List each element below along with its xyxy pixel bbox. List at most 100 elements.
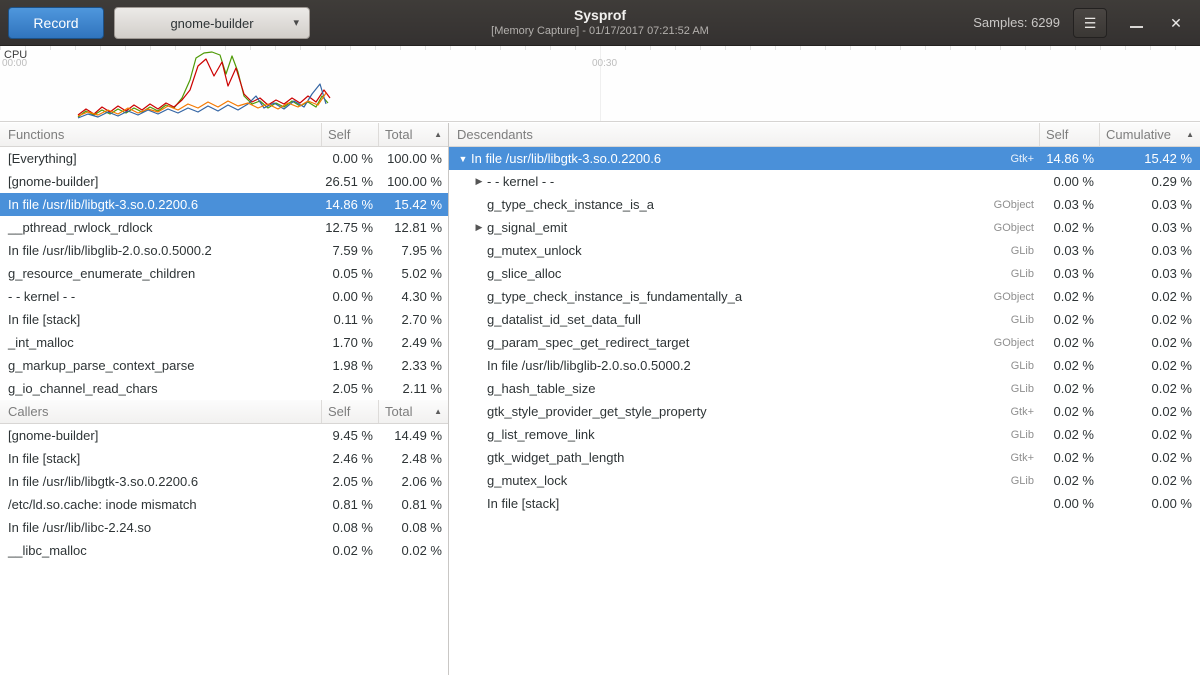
tree-row[interactable]: g_type_check_instance_is_a GObject 0.03 … bbox=[449, 193, 1200, 216]
cumulative-percent: 0.03 % bbox=[1100, 197, 1200, 212]
close-button[interactable]: ✕ bbox=[1160, 8, 1192, 38]
self-percent: 0.02 % bbox=[1040, 335, 1100, 350]
tree-row[interactable]: ▶ g_signal_emit GObject 0.02 % 0.03 % bbox=[449, 216, 1200, 239]
cumulative-percent: 15.42 % bbox=[1100, 151, 1200, 166]
minimize-button[interactable] bbox=[1122, 8, 1150, 38]
total-percent: 0.08 % bbox=[379, 520, 448, 535]
total-percent: 2.33 % bbox=[379, 358, 448, 373]
table-row[interactable]: - - kernel - - 0.00 % 4.30 % bbox=[0, 285, 448, 308]
total-percent: 4.30 % bbox=[379, 289, 448, 304]
tree-row[interactable]: g_datalist_id_set_data_full GLib 0.02 % … bbox=[449, 308, 1200, 331]
table-row[interactable]: In file [stack] 0.11 % 2.70 % bbox=[0, 308, 448, 331]
tree-row[interactable]: ▶ - - kernel - - 0.00 % 0.29 % bbox=[449, 170, 1200, 193]
column-header-functions-self[interactable]: Self bbox=[322, 123, 379, 146]
self-percent: 0.02 % bbox=[1040, 404, 1100, 419]
tree-row[interactable]: In file [stack] 0.00 % 0.00 % bbox=[449, 492, 1200, 515]
function-name: In file [stack] bbox=[0, 312, 322, 327]
self-percent: 0.00 % bbox=[1040, 496, 1100, 511]
column-header-callers-self[interactable]: Self bbox=[322, 400, 379, 423]
descendant-name: In file [stack] bbox=[487, 496, 559, 511]
table-row[interactable]: [Everything] 0.00 % 100.00 % bbox=[0, 147, 448, 170]
tree-row[interactable]: g_mutex_lock GLib 0.02 % 0.02 % bbox=[449, 469, 1200, 492]
descendants-table: ▼ In file /usr/lib/libgtk-3.so.0.2200.6 … bbox=[449, 147, 1200, 515]
self-percent: 0.11 % bbox=[322, 312, 379, 327]
tree-row[interactable]: ▼ In file /usr/lib/libgtk-3.so.0.2200.6 … bbox=[449, 147, 1200, 170]
sort-indicator-icon: ▲ bbox=[1180, 130, 1194, 139]
function-name: In file [stack] bbox=[0, 451, 322, 466]
table-row[interactable]: /etc/ld.so.cache: inode mismatch 0.81 % … bbox=[0, 493, 448, 516]
tree-row[interactable]: gtk_style_provider_get_style_property Gt… bbox=[449, 400, 1200, 423]
column-header-functions-total[interactable]: Total ▲ bbox=[379, 123, 448, 146]
cumulative-percent: 0.02 % bbox=[1100, 335, 1200, 350]
descendant-name: In file /usr/lib/libgtk-3.so.0.2200.6 bbox=[471, 151, 661, 166]
self-percent: 0.03 % bbox=[1040, 266, 1100, 281]
table-row[interactable]: __libc_malloc 0.02 % 0.02 % bbox=[0, 539, 448, 562]
function-name: _int_malloc bbox=[0, 335, 322, 350]
descendant-name: g_type_check_instance_is_a bbox=[487, 197, 654, 212]
table-row[interactable]: In file [stack] 2.46 % 2.48 % bbox=[0, 447, 448, 470]
table-row[interactable]: g_io_channel_read_chars 2.05 % 2.11 % bbox=[0, 377, 448, 400]
total-percent: 14.49 % bbox=[379, 428, 448, 443]
self-percent: 0.08 % bbox=[322, 520, 379, 535]
tree-row[interactable]: g_hash_table_size GLib 0.02 % 0.02 % bbox=[449, 377, 1200, 400]
library-label: GObject bbox=[976, 222, 1040, 234]
tree-row[interactable]: g_param_spec_get_redirect_target GObject… bbox=[449, 331, 1200, 354]
descendant-name: g_slice_alloc bbox=[487, 266, 561, 281]
tree-row[interactable]: gtk_widget_path_length Gtk+ 0.02 % 0.02 … bbox=[449, 446, 1200, 469]
process-selector-dropdown[interactable]: gnome-builder ▾ bbox=[114, 7, 310, 39]
self-percent: 26.51 % bbox=[322, 174, 379, 189]
table-row[interactable]: In file /usr/lib/libgtk-3.so.0.2200.6 2.… bbox=[0, 470, 448, 493]
table-row[interactable]: In file /usr/lib/libc-2.24.so 0.08 % 0.0… bbox=[0, 516, 448, 539]
cpu-graph[interactable]: CPU 00:0000:30 bbox=[0, 46, 1200, 122]
column-header-functions[interactable]: Functions bbox=[0, 123, 322, 146]
table-row[interactable]: g_resource_enumerate_children 0.05 % 5.0… bbox=[0, 262, 448, 285]
self-percent: 0.81 % bbox=[322, 497, 379, 512]
tree-row[interactable]: g_slice_alloc GLib 0.03 % 0.03 % bbox=[449, 262, 1200, 285]
tree-row[interactable]: In file /usr/lib/libglib-2.0.so.0.5000.2… bbox=[449, 354, 1200, 377]
table-row[interactable]: _int_malloc 1.70 % 2.49 % bbox=[0, 331, 448, 354]
function-name: /etc/ld.so.cache: inode mismatch bbox=[0, 497, 322, 512]
library-label: GLib bbox=[976, 360, 1040, 372]
tree-row[interactable]: g_mutex_unlock GLib 0.03 % 0.03 % bbox=[449, 239, 1200, 262]
column-header-descendants[interactable]: Descendants bbox=[449, 123, 1040, 146]
table-row[interactable]: [gnome-builder] 26.51 % 100.00 % bbox=[0, 170, 448, 193]
table-row[interactable]: [gnome-builder] 9.45 % 14.49 % bbox=[0, 424, 448, 447]
tree-row[interactable]: g_type_check_instance_is_fundamentally_a… bbox=[449, 285, 1200, 308]
expander-icon[interactable]: ▶ bbox=[471, 176, 487, 187]
expander-icon[interactable]: ▶ bbox=[471, 222, 487, 233]
function-name: In file /usr/lib/libc-2.24.so bbox=[0, 520, 322, 535]
samples-count: Samples: 6299 bbox=[973, 15, 1060, 30]
total-percent: 100.00 % bbox=[379, 151, 448, 166]
column-header-callers-total[interactable]: Total ▲ bbox=[379, 400, 448, 423]
self-percent: 0.03 % bbox=[1040, 243, 1100, 258]
cumulative-percent: 0.02 % bbox=[1100, 404, 1200, 419]
self-percent: 0.02 % bbox=[1040, 358, 1100, 373]
descendants-pane: Descendants Self Cumulative ▲ ▼ In file … bbox=[449, 123, 1200, 675]
column-header-descendants-self[interactable]: Self bbox=[1040, 123, 1100, 146]
self-percent: 0.02 % bbox=[1040, 289, 1100, 304]
self-percent: 2.46 % bbox=[322, 451, 379, 466]
header-bar: Record gnome-builder ▾ Sysprof [Memory C… bbox=[0, 0, 1200, 46]
record-button[interactable]: Record bbox=[8, 7, 104, 39]
descendant-name: g_datalist_id_set_data_full bbox=[487, 312, 641, 327]
descendant-name: g_mutex_unlock bbox=[487, 243, 582, 258]
function-name: In file /usr/lib/libglib-2.0.so.0.5000.2 bbox=[0, 243, 322, 258]
function-name: [gnome-builder] bbox=[0, 428, 322, 443]
column-header-callers[interactable]: Callers bbox=[0, 400, 322, 423]
descendant-name: g_list_remove_link bbox=[487, 427, 595, 442]
cumulative-percent: 0.02 % bbox=[1100, 427, 1200, 442]
column-header-descendants-cumulative[interactable]: Cumulative ▲ bbox=[1100, 123, 1200, 146]
total-percent: 2.11 % bbox=[379, 381, 448, 396]
table-row[interactable]: __pthread_rwlock_rdlock 12.75 % 12.81 % bbox=[0, 216, 448, 239]
table-row[interactable]: In file /usr/lib/libglib-2.0.so.0.5000.2… bbox=[0, 239, 448, 262]
cumulative-percent: 0.02 % bbox=[1100, 312, 1200, 327]
process-selector-value: gnome-builder bbox=[170, 16, 253, 31]
tree-row[interactable]: g_list_remove_link GLib 0.02 % 0.02 % bbox=[449, 423, 1200, 446]
table-row[interactable]: In file /usr/lib/libgtk-3.so.0.2200.6 14… bbox=[0, 193, 448, 216]
expander-icon[interactable]: ▼ bbox=[455, 154, 471, 164]
table-row[interactable]: g_markup_parse_context_parse 1.98 % 2.33… bbox=[0, 354, 448, 377]
menu-button[interactable]: ☰ bbox=[1073, 8, 1107, 38]
descendant-name: g_mutex_lock bbox=[487, 473, 567, 488]
descendants-header-row: Descendants Self Cumulative ▲ bbox=[449, 123, 1200, 147]
library-label: GLib bbox=[976, 314, 1040, 326]
